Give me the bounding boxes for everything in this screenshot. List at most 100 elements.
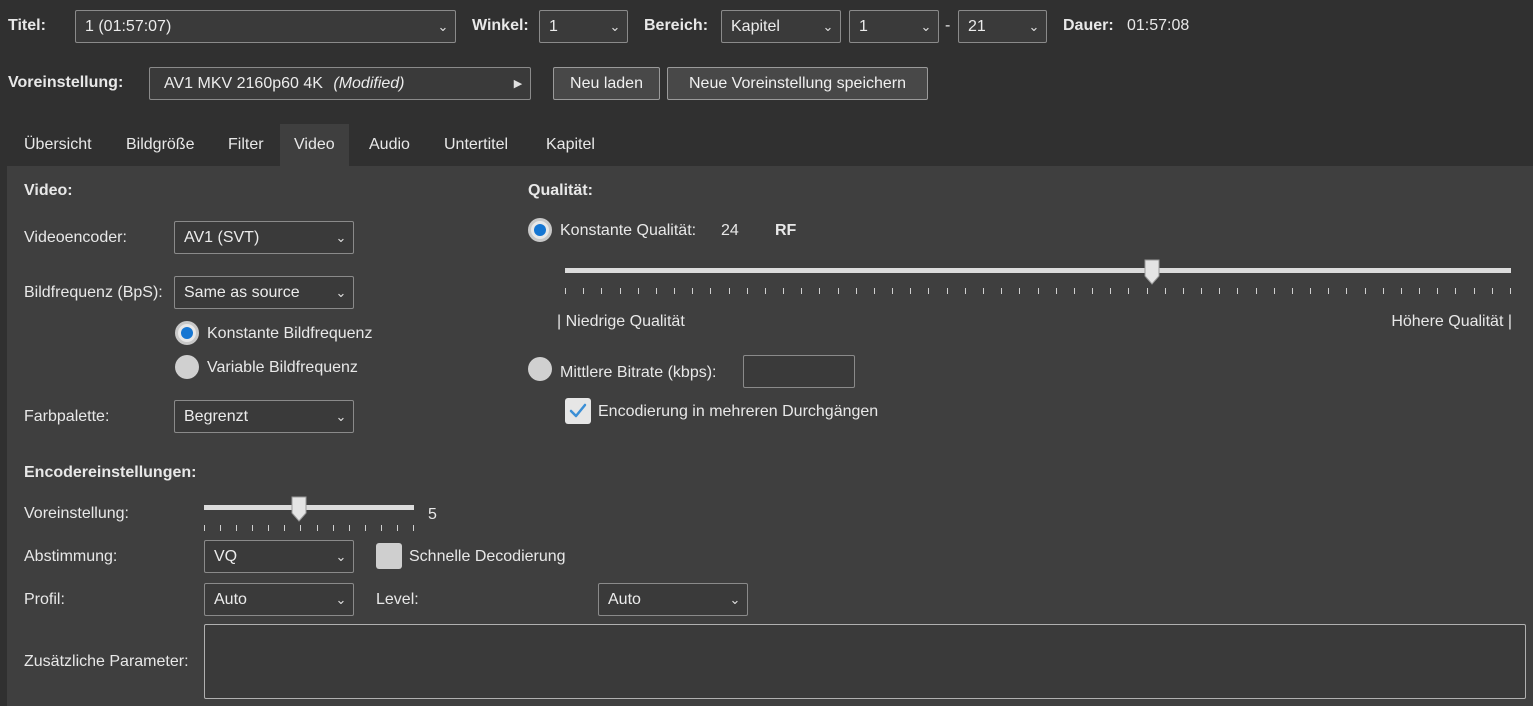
chevron-down-icon: ⌄ (729, 591, 741, 607)
low-quality-label: | Niedrige Qualität (557, 313, 685, 330)
slider-tick (1201, 288, 1202, 294)
slider-tick (1128, 288, 1129, 294)
slider-tick (620, 288, 621, 294)
average-bitrate-radio[interactable] (528, 357, 552, 381)
slider-tick (1256, 288, 1257, 294)
slider-tick (1401, 288, 1402, 294)
tab-audio[interactable]: Audio (355, 124, 424, 166)
level-select[interactable]: Auto ⌄ (598, 583, 748, 616)
tune-value: VQ (214, 547, 238, 565)
constant-quality-radio[interactable] (528, 218, 552, 242)
slider-tick (1274, 288, 1275, 294)
video-encoder-select[interactable]: AV1 (SVT) ⌄ (174, 221, 354, 254)
slider-tick (1237, 288, 1238, 294)
chevron-down-icon: ⌄ (335, 408, 347, 424)
slider-tick (365, 525, 366, 531)
slider-tick (1328, 288, 1329, 294)
tab-filters[interactable]: Filter (214, 124, 278, 166)
fast-decode-checkbox[interactable] (376, 543, 402, 569)
angle-select[interactable]: 1 ⌄ (539, 10, 628, 43)
quality-heading: Qualität: (528, 182, 593, 199)
tune-label: Abstimmung: (24, 548, 118, 565)
slider-tick (1001, 288, 1002, 294)
slider-tick (583, 288, 584, 294)
slider-tick (220, 525, 221, 531)
profile-label: Profil: (24, 591, 65, 608)
fast-decode-label: Schnelle Decodierung (409, 548, 566, 565)
slider-tick (381, 525, 382, 531)
slider-tick (638, 288, 639, 294)
slider-tick (965, 288, 966, 294)
slider-tick (692, 288, 693, 294)
reload-button[interactable]: Neu laden (553, 67, 660, 100)
framerate-value: Same as source (184, 283, 300, 301)
slider-tick (284, 525, 285, 531)
constant-quality-value: 24 (721, 222, 739, 239)
slider-tick (729, 288, 730, 294)
extra-params-textarea[interactable] (204, 624, 1526, 699)
triangle-right-icon: ▶ (513, 78, 523, 90)
tab-video[interactable]: Video (280, 124, 349, 166)
slider-tick (1074, 288, 1075, 294)
tab-overview[interactable]: Übersicht (10, 124, 106, 166)
encoder-preset-label: Voreinstellung: (24, 505, 129, 522)
chevron-down-icon: ⌄ (437, 18, 449, 34)
tab-picture-size[interactable]: Bildgröße (112, 124, 208, 166)
slider-tick (268, 525, 269, 531)
profile-select[interactable]: Auto ⌄ (204, 583, 354, 616)
slider-tick (1056, 288, 1057, 294)
slider-tick (1019, 288, 1020, 294)
checkmark-icon (569, 403, 587, 418)
range-start-value: 1 (859, 17, 868, 35)
slider-tick (333, 525, 334, 531)
slider-tick (1455, 288, 1456, 294)
range-start-select[interactable]: 1 ⌄ (849, 10, 939, 43)
palette-value: Begrenzt (184, 407, 249, 425)
slider-tick (1510, 288, 1511, 294)
preset-selector[interactable]: AV1 MKV 2160p60 4K (Modified) ▶ (149, 67, 531, 100)
slider-tick (601, 288, 602, 294)
range-type-value: Kapitel (731, 17, 780, 35)
range-end-select[interactable]: 21 ⌄ (958, 10, 1047, 43)
encoder-preset-slider-track[interactable] (204, 505, 414, 510)
tab-subtitles[interactable]: Untertitel (430, 124, 522, 166)
duration-value: 01:57:08 (1127, 17, 1190, 34)
slider-tick (1092, 288, 1093, 294)
slider-tick (565, 288, 566, 294)
range-type-select[interactable]: Kapitel ⌄ (721, 10, 841, 43)
average-bitrate-input[interactable] (743, 355, 855, 388)
chevron-down-icon: ⌄ (335, 591, 347, 607)
encoder-preset-value: 5 (428, 506, 437, 523)
slider-tick (765, 288, 766, 294)
level-value: Auto (608, 590, 641, 608)
framerate-select[interactable]: Same as source ⌄ (174, 276, 354, 309)
duration-label: Dauer: (1063, 17, 1114, 34)
chevron-down-icon: ⌄ (822, 18, 834, 34)
extra-params-label: Zusätzliche Parameter: (24, 653, 189, 670)
encoder-preset-slider-thumb[interactable] (291, 496, 307, 522)
tab-chapters[interactable]: Kapitel (532, 124, 609, 166)
slider-tick (856, 288, 857, 294)
slider-tick (1365, 288, 1366, 294)
variable-framerate-label: Variable Bildfrequenz (207, 359, 358, 376)
chevron-down-icon: ⌄ (335, 284, 347, 300)
variable-framerate-radio[interactable] (175, 355, 199, 379)
encoder-settings-heading: Encodereinstellungen: (24, 464, 197, 481)
constant-framerate-radio[interactable] (175, 321, 199, 345)
constant-framerate-label: Konstante Bildfrequenz (207, 325, 373, 342)
palette-select[interactable]: Begrenzt ⌄ (174, 400, 354, 433)
slider-tick (236, 525, 237, 531)
encoder-label: Videoencoder: (24, 229, 127, 246)
slider-tick (317, 525, 318, 531)
encoder-preset-slider-ticks (204, 525, 414, 531)
multipass-checkbox[interactable] (565, 398, 591, 424)
video-encoder-value: AV1 (SVT) (184, 228, 260, 246)
save-new-preset-button[interactable]: Neue Voreinstellung speichern (667, 67, 928, 100)
tune-select[interactable]: VQ ⌄ (204, 540, 354, 573)
title-select[interactable]: 1 (01:57:07) ⌄ (75, 10, 456, 43)
slider-tick (1437, 288, 1438, 294)
chevron-down-icon: ⌄ (1028, 18, 1040, 34)
quality-slider-track[interactable] (565, 268, 1511, 273)
range-separator: - (945, 17, 951, 34)
quality-slider-thumb[interactable] (1144, 259, 1160, 285)
